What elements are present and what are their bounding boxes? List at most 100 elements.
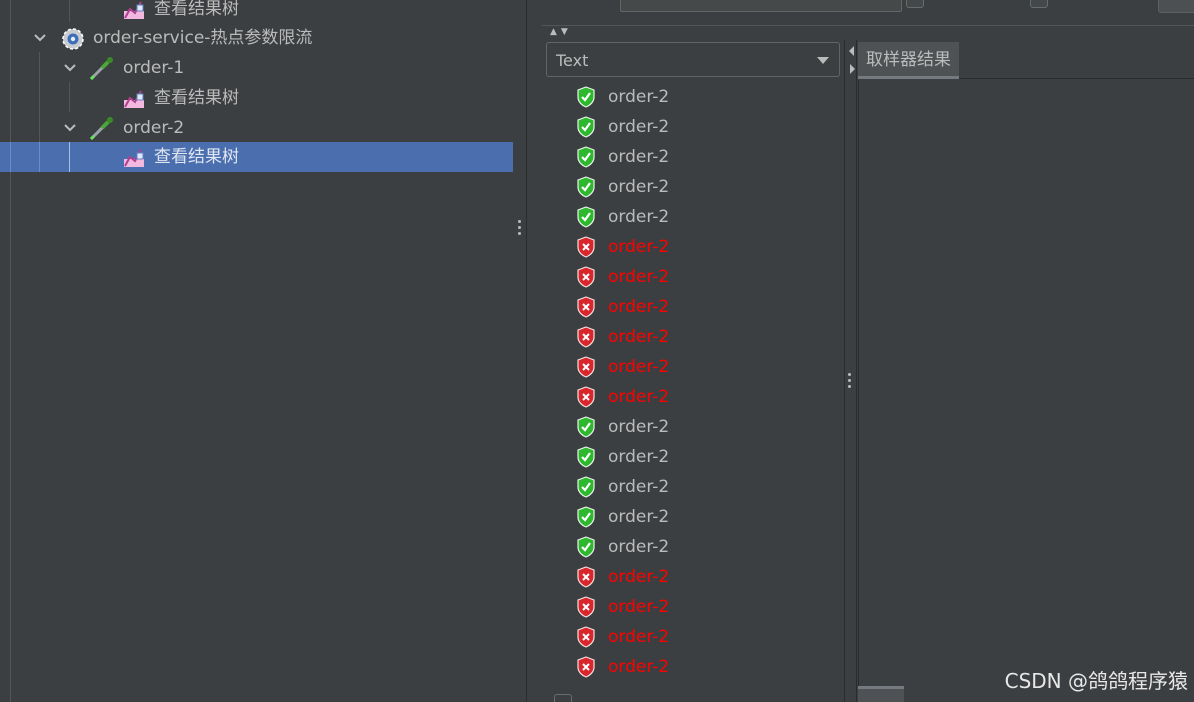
success-shield-icon: [576, 206, 596, 228]
sample-label: order-2: [608, 387, 670, 407]
pipette-icon: [88, 116, 114, 141]
scroll-automatically-checkbox[interactable]: [554, 694, 572, 702]
sample-label: order-2: [608, 597, 670, 617]
splitter-grip-icon: [848, 373, 852, 391]
sample-label: order-2: [608, 177, 670, 197]
sample-label: order-2: [608, 237, 670, 257]
search-input[interactable]: [620, 0, 902, 12]
sample-row[interactable]: order-2: [546, 472, 842, 502]
error-shield-icon: [576, 266, 596, 288]
search-toolbar: [542, 0, 1194, 26]
find-button[interactable]: [1158, 0, 1194, 13]
pipette-icon: [88, 56, 114, 81]
sample-row[interactable]: order-2: [546, 82, 842, 112]
tree-item-thread-group[interactable]: order-service-热点参数限流: [0, 23, 513, 53]
sample-row[interactable]: order-2: [546, 352, 842, 382]
sample-row[interactable]: order-2: [546, 112, 842, 142]
sample-row[interactable]: order-2: [546, 412, 842, 442]
sample-label: order-2: [608, 537, 670, 557]
sample-row[interactable]: order-2: [546, 232, 842, 262]
sample-detail-panel: 取样器结果: [858, 40, 1194, 702]
sample-label: order-2: [608, 267, 670, 287]
error-shield-icon: [576, 236, 596, 258]
main-splitter[interactable]: [513, 0, 527, 702]
chevron-down-icon: [817, 57, 829, 64]
sample-row[interactable]: order-2: [546, 262, 842, 292]
tree-item-label: 查看结果树: [154, 147, 239, 167]
error-shield-icon: [576, 326, 596, 348]
tab-parsed[interactable]: [908, 686, 968, 702]
success-shield-icon: [576, 536, 596, 558]
tree-item-order-1[interactable]: order-1: [0, 53, 513, 83]
sample-row[interactable]: order-2: [546, 202, 842, 232]
success-shield-icon: [576, 476, 596, 498]
sample-row[interactable]: order-2: [546, 292, 842, 322]
case-sensitive-checkbox[interactable]: [906, 0, 924, 8]
tree-item-result-tree-top[interactable]: 查看结果树: [0, 0, 513, 24]
sample-label: order-2: [608, 327, 670, 347]
sample-row[interactable]: order-2: [546, 562, 842, 592]
sample-row[interactable]: order-2: [546, 532, 842, 562]
chevron-down-icon[interactable]: [62, 53, 78, 83]
result-tree-icon: [122, 86, 148, 110]
tab-raw[interactable]: [858, 686, 904, 702]
error-shield-icon: [576, 386, 596, 408]
sample-label: order-2: [608, 207, 670, 227]
sample-row[interactable]: order-2: [546, 592, 842, 622]
sample-row[interactable]: order-2: [546, 172, 842, 202]
sample-label: order-2: [608, 477, 670, 497]
error-shield-icon: [576, 566, 596, 588]
tree-item-order-2[interactable]: order-2: [0, 113, 513, 143]
tree-item-label: order-2: [123, 118, 185, 138]
error-shield-icon: [576, 596, 596, 618]
renderer-select[interactable]: Text: [546, 42, 840, 77]
sample-label: order-2: [608, 147, 670, 167]
sample-row[interactable]: order-2: [546, 322, 842, 352]
chevron-down-icon[interactable]: [32, 23, 48, 53]
sample-label: order-2: [608, 357, 670, 377]
sample-row[interactable]: order-2: [546, 652, 842, 682]
view-results-tree-panel: ▲▼ Text order-2 order-2 order-2 order-2 orde…: [528, 0, 1194, 702]
sample-row[interactable]: order-2: [546, 502, 842, 532]
tree-item-label: 查看结果树: [154, 88, 239, 108]
sample-label: order-2: [608, 657, 670, 677]
tree-item-result-tree[interactable]: 查看结果树: [0, 83, 513, 113]
tree-item-label: order-service-热点参数限流: [93, 28, 313, 48]
renderer-select-value: Text: [556, 51, 589, 70]
chevron-down-icon[interactable]: [62, 113, 78, 143]
detail-tab-bar: 取样器结果: [858, 40, 1194, 79]
error-shield-icon: [576, 626, 596, 648]
success-shield-icon: [576, 86, 596, 108]
sample-result-list: order-2 order-2 order-2 order-2 order-2 order…: [546, 82, 842, 682]
collapse-left-icon[interactable]: [849, 46, 854, 56]
expand-right-icon[interactable]: [850, 64, 855, 74]
sample-label: order-2: [608, 117, 670, 137]
sample-row[interactable]: order-2: [546, 442, 842, 472]
tree-guide-line: [69, 142, 70, 172]
error-shield-icon: [576, 356, 596, 378]
sample-row[interactable]: order-2: [546, 382, 842, 412]
success-shield-icon: [576, 446, 596, 468]
splitter-grip-icon: [518, 220, 522, 238]
error-shield-icon: [576, 656, 596, 678]
sample-label: order-2: [608, 297, 670, 317]
success-shield-icon: [576, 116, 596, 138]
detail-content: [858, 80, 1194, 686]
sample-row[interactable]: order-2: [546, 622, 842, 652]
sample-label: order-2: [608, 417, 670, 437]
regex-checkbox[interactable]: [1030, 0, 1048, 8]
sample-row[interactable]: order-2: [546, 142, 842, 172]
sample-label: order-2: [608, 567, 670, 587]
success-shield-icon: [576, 146, 596, 168]
result-tree-icon: [122, 0, 148, 21]
tree-item-label: order-1: [123, 58, 185, 78]
sample-label: order-2: [608, 447, 670, 467]
tab-sampler-result[interactable]: 取样器结果: [858, 42, 959, 79]
results-splitter[interactable]: [844, 40, 857, 702]
collapse-arrows-icon[interactable]: ▲▼: [550, 27, 572, 37]
sample-label: order-2: [608, 627, 670, 647]
result-tree-icon: [122, 145, 148, 169]
tree-item-result-tree-selected[interactable]: 查看结果树: [0, 142, 513, 172]
error-shield-icon: [576, 296, 596, 318]
sample-label: order-2: [608, 507, 670, 527]
